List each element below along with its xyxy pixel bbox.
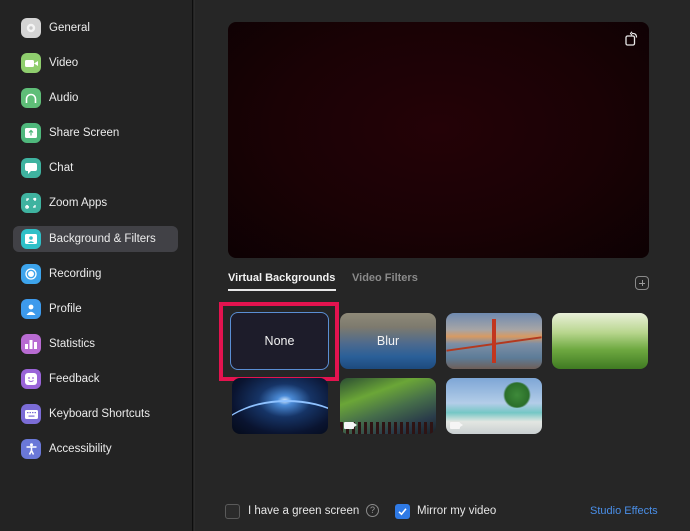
palm-tree [502, 382, 532, 408]
sidebar-item-label: Video [49, 57, 79, 69]
accessibility-icon [21, 439, 41, 459]
sidebar-item-feedback[interactable]: Feedback [13, 366, 178, 392]
sidebar: General Video Audio Share Screen Chat Zo… [0, 0, 193, 531]
record-icon [21, 264, 41, 284]
sidebar-item-keyboard-shortcuts[interactable]: Keyboard Shortcuts [13, 401, 178, 427]
sidebar-item-zoom-apps[interactable]: Zoom Apps [13, 190, 178, 216]
sidebar-item-label: Audio [49, 92, 79, 104]
studio-effects-link[interactable]: Studio Effects [590, 505, 658, 517]
earth-horizon [232, 400, 328, 434]
mirror-video-label: Mirror my video [417, 505, 497, 517]
sidebar-item-label: Chat [49, 162, 74, 174]
sidebar-item-label: Accessibility [49, 443, 112, 455]
headphones-icon [21, 88, 41, 108]
settings-window: General Video Audio Share Screen Chat Zo… [0, 0, 690, 531]
sidebar-item-profile[interactable]: Profile [13, 296, 178, 322]
help-icon[interactable]: ? [366, 504, 379, 517]
tab-video-filters[interactable]: Video Filters [352, 272, 418, 284]
sidebar-item-label: General [49, 22, 90, 34]
sidebar-item-label: Zoom Apps [49, 197, 108, 209]
sidebar-item-background-filters[interactable]: Background & Filters [13, 226, 178, 252]
chat-bubble-icon [21, 158, 41, 178]
active-tab-indicator [228, 289, 336, 291]
sidebar-item-video[interactable]: Video [13, 50, 178, 76]
sidebar-item-label: Profile [49, 303, 82, 315]
video-camera-icon [344, 422, 357, 429]
apps-icon [21, 193, 41, 213]
sidebar-item-label: Statistics [49, 338, 96, 350]
bridge-tower [492, 319, 496, 363]
share-screen-icon [21, 123, 41, 143]
background-blur[interactable]: Blur [340, 313, 436, 369]
sidebar-item-label: Share Screen [49, 127, 120, 139]
gear-icon [21, 18, 41, 38]
background-grass[interactable] [552, 313, 648, 369]
green-screen-checkbox[interactable] [225, 504, 240, 519]
background-person-icon [21, 229, 41, 249]
video-preview [228, 22, 649, 258]
background-aurora[interactable] [340, 378, 436, 434]
sidebar-item-recording[interactable]: Recording [13, 261, 178, 287]
rotate-camera-icon[interactable] [625, 31, 639, 47]
bar-chart-icon [21, 334, 41, 354]
sidebar-item-chat[interactable]: Chat [13, 155, 178, 181]
mirror-video-checkbox[interactable] [395, 504, 410, 519]
video-camera-icon [450, 422, 463, 429]
sidebar-item-general[interactable]: General [13, 15, 178, 41]
sidebar-item-label: Recording [49, 268, 102, 280]
background-none[interactable]: None [230, 312, 329, 370]
background-label: None [264, 334, 295, 348]
tab-virtual-backgrounds[interactable]: Virtual Backgrounds [228, 272, 335, 284]
background-label: Blur [376, 334, 400, 348]
background-golden-gate-bridge[interactable] [446, 313, 542, 369]
plus-icon[interactable] [635, 276, 649, 290]
sidebar-item-label: Keyboard Shortcuts [49, 408, 151, 420]
sidebar-item-statistics[interactable]: Statistics [13, 331, 178, 357]
sidebar-item-accessibility[interactable]: Accessibility [13, 436, 178, 462]
sidebar-item-share-screen[interactable]: Share Screen [13, 120, 178, 146]
background-filters-panel: Virtual Backgrounds Video Filters None B… [195, 0, 690, 531]
keyboard-icon [21, 404, 41, 424]
checkmark-icon [398, 508, 407, 516]
sidebar-item-audio[interactable]: Audio [13, 85, 178, 111]
profile-icon [21, 299, 41, 319]
background-beach-palm[interactable] [446, 378, 542, 434]
sidebar-item-label: Background & Filters [49, 233, 156, 245]
green-screen-label: I have a green screen [248, 505, 360, 517]
sidebar-item-label: Feedback [49, 373, 100, 385]
background-earth-from-space[interactable] [232, 378, 328, 434]
smiley-icon [21, 369, 41, 389]
video-camera-icon [21, 53, 41, 73]
